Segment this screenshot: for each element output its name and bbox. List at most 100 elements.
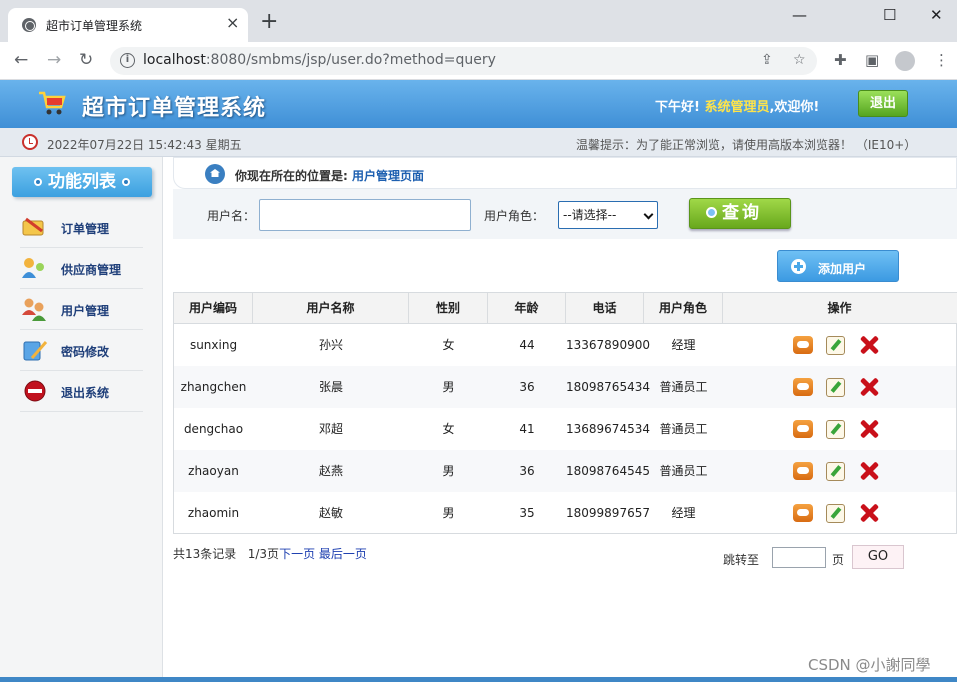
column-header: 用户角色 [644,293,723,323]
user-role: 系统管理员 [704,100,770,115]
delete-icon[interactable] [858,502,880,524]
maximize-icon[interactable]: ☐ [883,6,896,24]
user-gender: 女 [442,338,455,352]
user-code: sunxing [189,338,238,352]
user-role: 普通员工 [659,380,708,394]
table-row: dengchao 邓超 女 41 13689674534 普通员工 [174,408,956,450]
footer-strip [0,677,957,682]
table-row: zhaomin 赵敏 男 35 18099897657 经理 [174,492,956,534]
extensions-icon[interactable]: ✚ [834,51,847,69]
user-phone: 13689674534 [566,422,650,436]
user-code: dengchao [183,422,244,436]
browser-tip: 温馨提示：为了能正常浏览，请使用高版本浏览器！ （IE10+） [576,138,917,152]
globe-icon [22,18,36,32]
forward-arrow-icon[interactable]: → [47,50,61,70]
user-phone: 18099897657 [566,506,650,520]
edit-icon[interactable] [826,336,845,355]
page-unit-label: 页 [832,553,845,567]
user-phone: 13367890900 [566,338,650,352]
delete-icon[interactable] [858,376,880,398]
side-panel-icon[interactable]: ▣ [865,51,879,69]
user-code: zhaomin [187,506,240,520]
view-icon[interactable] [793,378,813,396]
user-table: 用户编码 用户名称 性别 年龄 电话 用户角色 操作 sunxing 孙兴 女 … [173,292,957,534]
user-name: 赵敏 [318,506,343,520]
delete-icon[interactable] [858,460,880,482]
username-label: 用户名： [207,209,256,223]
user-role: 普通员工 [659,422,708,436]
sidebar-item-users[interactable]: 用户管理 [20,289,143,330]
edit-icon[interactable] [826,378,845,397]
share-icon[interactable]: ⇪ [761,52,773,68]
user-gender: 男 [442,464,455,478]
page-number-input[interactable] [772,547,826,568]
reload-icon[interactable]: ↻ [79,50,93,70]
pagination-info: 共13条记录 1/3页下一页 最后一页 [173,545,367,562]
app-header: 超市订单管理系统 下午好! 系统管理员,欢迎你! 退出 [0,80,957,128]
edit-icon[interactable] [826,462,845,481]
user-name: 邓超 [318,422,343,436]
window-close-icon[interactable]: ✕ [930,6,943,24]
logout-button[interactable]: 退出 [858,90,908,117]
browser-menu-icon[interactable]: ⋮ [934,51,949,69]
view-icon[interactable] [793,336,813,354]
view-icon[interactable] [793,420,813,438]
delete-icon[interactable] [858,418,880,440]
user-name: 孙兴 [318,338,343,352]
site-info-icon[interactable]: i [120,53,135,68]
add-user-button[interactable]: 添加用户 [777,250,899,282]
sidebar-item-password[interactable]: 密码修改 [20,330,143,371]
user-gender: 男 [442,380,455,394]
user-phone: 18098764545 [566,464,650,478]
table-row: zhaoyan 赵燕 男 36 18098764545 普通员工 [174,450,956,492]
supplier-icon [22,258,44,278]
edit-icon[interactable] [826,420,845,439]
role-select[interactable]: --请选择-- [558,201,658,229]
users-icon [22,298,46,321]
back-arrow-icon[interactable]: ← [14,50,28,70]
url-text[interactable]: localhost:8080/smbms/jsp/user.do?method=… [143,52,496,68]
go-button[interactable]: GO [852,545,904,569]
total-records: 共13条记录 [173,547,237,561]
order-icon [22,217,44,236]
sidebar-item-suppliers[interactable]: 供应商管理 [20,248,143,289]
close-tab-icon[interactable]: × [226,15,239,31]
column-header: 用户编码 [174,293,253,323]
profile-avatar[interactable] [895,51,915,71]
user-age: 36 [519,464,535,478]
browser-toolbar: ← → ↻ i localhost:8080/smbms/jsp/user.do… [0,42,957,80]
current-page: 1/3页 [247,547,280,561]
sidebar-item-orders[interactable]: 订单管理 [20,207,143,248]
bullet-icon [34,178,42,186]
table-row: zhangchen 张晨 男 36 18098765434 普通员工 [174,366,956,408]
minimize-icon[interactable]: — [792,6,807,24]
last-page-link[interactable]: 最后一页 [319,547,367,561]
delete-icon[interactable] [858,334,880,356]
column-header: 电话 [566,293,644,323]
plus-icon [791,259,806,274]
user-role: 普通员工 [659,464,708,478]
search-icon [706,207,717,218]
bookmark-star-icon[interactable]: ☆ [793,52,806,68]
bullet-icon [122,178,130,186]
query-button[interactable]: 查询 [689,198,791,229]
user-name: 张晨 [318,380,343,394]
view-icon[interactable] [793,462,813,480]
user-code: zhangchen [180,380,247,394]
search-panel: 用户名： 用户角色： --请选择-- 查询 [173,189,957,239]
function-list-title: 功能列表 [12,167,152,197]
next-page-link[interactable]: 下一页 [279,547,315,561]
sidebar-item-exit[interactable]: 退出系统 [20,371,143,412]
current-datetime: 2022年07月22日 15:42:43 星期五 [47,138,242,152]
address-bar[interactable]: i localhost:8080/smbms/jsp/user.do?metho… [110,47,817,75]
breadcrumb-current: 用户管理页面 [352,169,425,183]
column-header: 性别 [409,293,488,323]
username-input[interactable] [259,199,471,231]
browser-tab[interactable]: 超市订单管理系统 × [8,8,248,42]
view-icon[interactable] [793,504,813,522]
new-tab-button[interactable]: + [260,11,278,33]
user-age: 35 [519,506,535,520]
breadcrumb: 你现在所在的位置是: 用户管理页面 [173,157,957,189]
home-icon [205,164,225,184]
edit-icon[interactable] [826,504,845,523]
